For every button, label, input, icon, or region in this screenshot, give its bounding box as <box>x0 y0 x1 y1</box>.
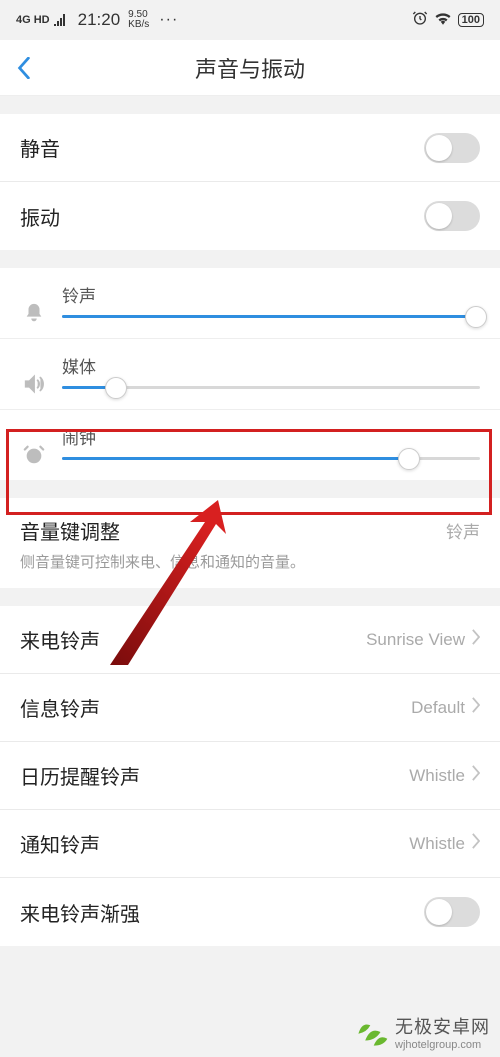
chevron-right-icon <box>471 833 480 854</box>
vibrate-label: 振动 <box>20 202 424 231</box>
notification-ringtone-label: 通知铃声 <box>20 829 409 858</box>
silent-row[interactable]: 静音 <box>0 114 500 182</box>
volume-sliders-section: 铃声 媒体 闹钟 <box>0 268 500 480</box>
page-title: 声音与振动 <box>0 52 500 84</box>
alarm-slider-row: 闹钟 <box>0 410 500 480</box>
net-speed-unit: KB/s <box>128 20 149 30</box>
incoming-ringtone-value: Sunrise View <box>366 630 465 650</box>
title-bar: 声音与振动 <box>0 40 500 96</box>
watermark: 无极安卓网 wjhotelgroup.com <box>355 1013 490 1051</box>
volume-key-description: 侧音量键可控制来电、信息和通知的音量。 <box>0 551 500 588</box>
back-button[interactable] <box>0 40 48 96</box>
signal-indicator: 4G HD <box>16 14 50 26</box>
incoming-ringtone-label: 来电铃声 <box>20 625 366 654</box>
volume-key-value: 铃声 <box>446 518 480 543</box>
ascending-ringtone-label: 来电铃声渐强 <box>20 898 424 927</box>
calendar-ringtone-value: Whistle <box>409 766 465 786</box>
ascending-ringtone-toggle[interactable] <box>424 897 480 927</box>
silent-toggle[interactable] <box>424 133 480 163</box>
ascending-ringtone-row[interactable]: 来电铃声渐强 <box>0 878 500 946</box>
message-ringtone-label: 信息铃声 <box>20 693 411 722</box>
volume-key-section[interactable]: 音量键调整 铃声 侧音量键可控制来电、信息和通知的音量。 <box>0 498 500 588</box>
ringtone-slider-row: 铃声 <box>0 268 500 339</box>
clock-time: 21:20 <box>78 10 121 30</box>
message-ringtone-row[interactable]: 信息铃声 Default <box>0 674 500 742</box>
media-slider-label: 媒体 <box>62 353 480 378</box>
calendar-ringtone-label: 日历提醒铃声 <box>20 761 409 790</box>
ringtone-slider[interactable] <box>62 315 480 318</box>
incoming-ringtone-row[interactable]: 来电铃声 Sunrise View <box>0 606 500 674</box>
notification-ringtone-row[interactable]: 通知铃声 Whistle <box>0 810 500 878</box>
ringtone-settings-section: 来电铃声 Sunrise View 信息铃声 Default 日历提醒铃声 Wh… <box>0 606 500 946</box>
watermark-text-en: wjhotelgroup.com <box>395 1039 490 1051</box>
watermark-text-cn: 无极安卓网 <box>395 1013 490 1039</box>
volume-key-label: 音量键调整 <box>20 516 446 545</box>
calendar-ringtone-row[interactable]: 日历提醒铃声 Whistle <box>0 742 500 810</box>
ringtone-slider-label: 铃声 <box>62 282 480 307</box>
alarm-slider[interactable] <box>62 457 480 460</box>
alarm-icon <box>412 10 428 30</box>
battery-indicator: 100 <box>458 13 484 27</box>
chevron-right-icon <box>471 697 480 718</box>
media-slider-row: 媒体 <box>0 339 500 410</box>
vibrate-toggle[interactable] <box>424 201 480 231</box>
media-slider[interactable] <box>62 386 480 389</box>
silent-label: 静音 <box>20 133 424 162</box>
alarm-clock-icon <box>14 424 54 466</box>
alarm-slider-label: 闹钟 <box>62 424 480 449</box>
chevron-left-icon <box>17 57 31 79</box>
message-ringtone-value: Default <box>411 698 465 718</box>
chevron-right-icon <box>471 765 480 786</box>
notification-ringtone-value: Whistle <box>409 834 465 854</box>
chevron-right-icon <box>471 629 480 650</box>
speaker-icon <box>14 353 54 395</box>
more-indicator: ··· <box>159 11 178 29</box>
vibrate-row[interactable]: 振动 <box>0 182 500 250</box>
wifi-icon <box>434 11 452 30</box>
signal-bars-icon <box>54 14 70 26</box>
bell-icon <box>14 282 54 324</box>
watermark-logo-icon <box>355 1015 389 1049</box>
status-bar: 4G HD 21:20 9.50 KB/s ··· 100 <box>0 0 500 40</box>
